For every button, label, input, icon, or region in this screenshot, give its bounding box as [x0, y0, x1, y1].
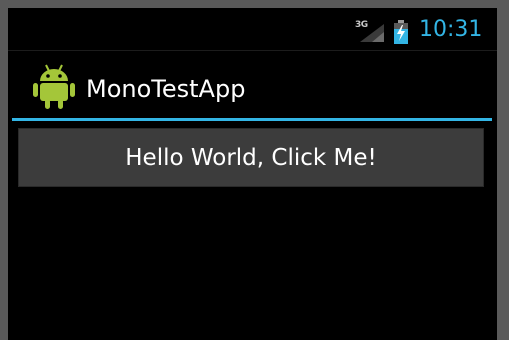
action-bar-divider	[12, 118, 492, 121]
action-bar: MonoTestApp	[8, 51, 497, 119]
battery-charging-icon	[394, 20, 408, 44]
device-frame: 3G 10:31 MonoTestApp Hello World, Click …	[0, 0, 509, 340]
app-title: MonoTestApp	[86, 75, 246, 103]
device-screen: 3G 10:31 MonoTestApp Hello World, Click …	[8, 8, 497, 340]
status-clock: 10:31	[419, 17, 483, 42]
hello-world-button[interactable]: Hello World, Click Me!	[18, 128, 484, 187]
signal-icon	[360, 24, 384, 42]
status-bar: 3G 10:31	[8, 8, 497, 51]
android-robot-icon[interactable]	[32, 63, 76, 109]
